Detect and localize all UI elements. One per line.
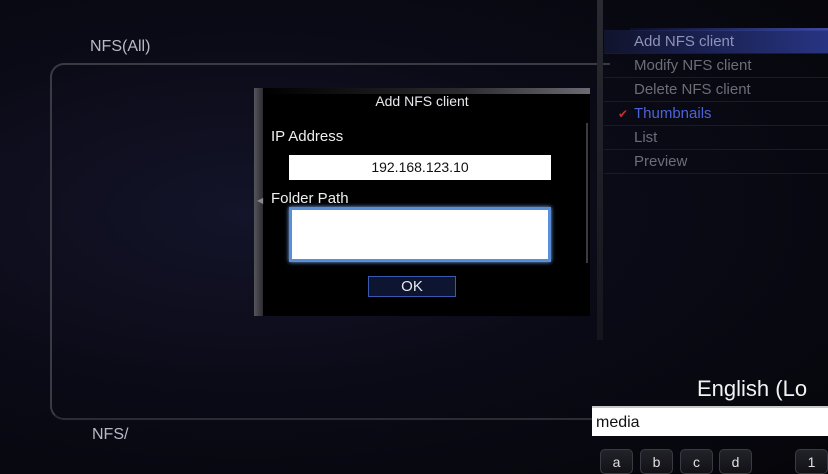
- menu-item-label: List: [634, 129, 658, 146]
- folder-path-label: Folder Path: [271, 190, 349, 207]
- browser-title: NFS(All): [90, 38, 151, 55]
- keyboard-input-field[interactable]: media: [592, 406, 828, 436]
- menu-item-list[interactable]: List: [604, 126, 828, 150]
- panel-divider: [597, 0, 603, 340]
- key-b[interactable]: b: [640, 449, 673, 474]
- current-path: NFS/: [92, 426, 129, 443]
- ip-address-field[interactable]: 192.168.123.10: [289, 155, 551, 180]
- options-menu: Add NFS client Modify NFS client Delete …: [604, 30, 828, 174]
- ok-button[interactable]: OK: [368, 276, 456, 297]
- menu-item-add-nfs-client[interactable]: Add NFS client: [604, 30, 828, 54]
- keyboard-language: English (Lo: [697, 376, 808, 401]
- menu-item-thumbnails[interactable]: ✔ Thumbnails: [604, 102, 828, 126]
- check-mark-icon: ✔: [618, 107, 629, 121]
- folder-path-field[interactable]: [289, 207, 551, 262]
- menu-item-preview[interactable]: Preview: [604, 150, 828, 174]
- key-d[interactable]: d: [719, 449, 752, 474]
- pointer-arrow-icon: ◀: [257, 196, 264, 205]
- menu-item-label: Preview: [634, 153, 688, 170]
- menu-item-label: Delete NFS client: [634, 81, 751, 98]
- key-c[interactable]: c: [680, 449, 713, 474]
- menu-item-label: Modify NFS client: [634, 57, 752, 74]
- menu-item-label: Thumbnails: [634, 105, 712, 122]
- key-a[interactable]: a: [600, 449, 633, 474]
- menu-item-modify-nfs-client[interactable]: Modify NFS client: [604, 54, 828, 78]
- add-nfs-client-dialog: Add NFS client IP Address 192.168.123.10…: [254, 88, 590, 316]
- dialog-right-edge: [586, 123, 588, 263]
- menu-item-delete-nfs-client[interactable]: Delete NFS client: [604, 78, 828, 102]
- menu-item-label: Add NFS client: [634, 33, 735, 50]
- dialog-title: Add NFS client: [375, 93, 469, 109]
- key-1[interactable]: 1: [795, 449, 828, 474]
- ip-address-label: IP Address: [271, 128, 344, 145]
